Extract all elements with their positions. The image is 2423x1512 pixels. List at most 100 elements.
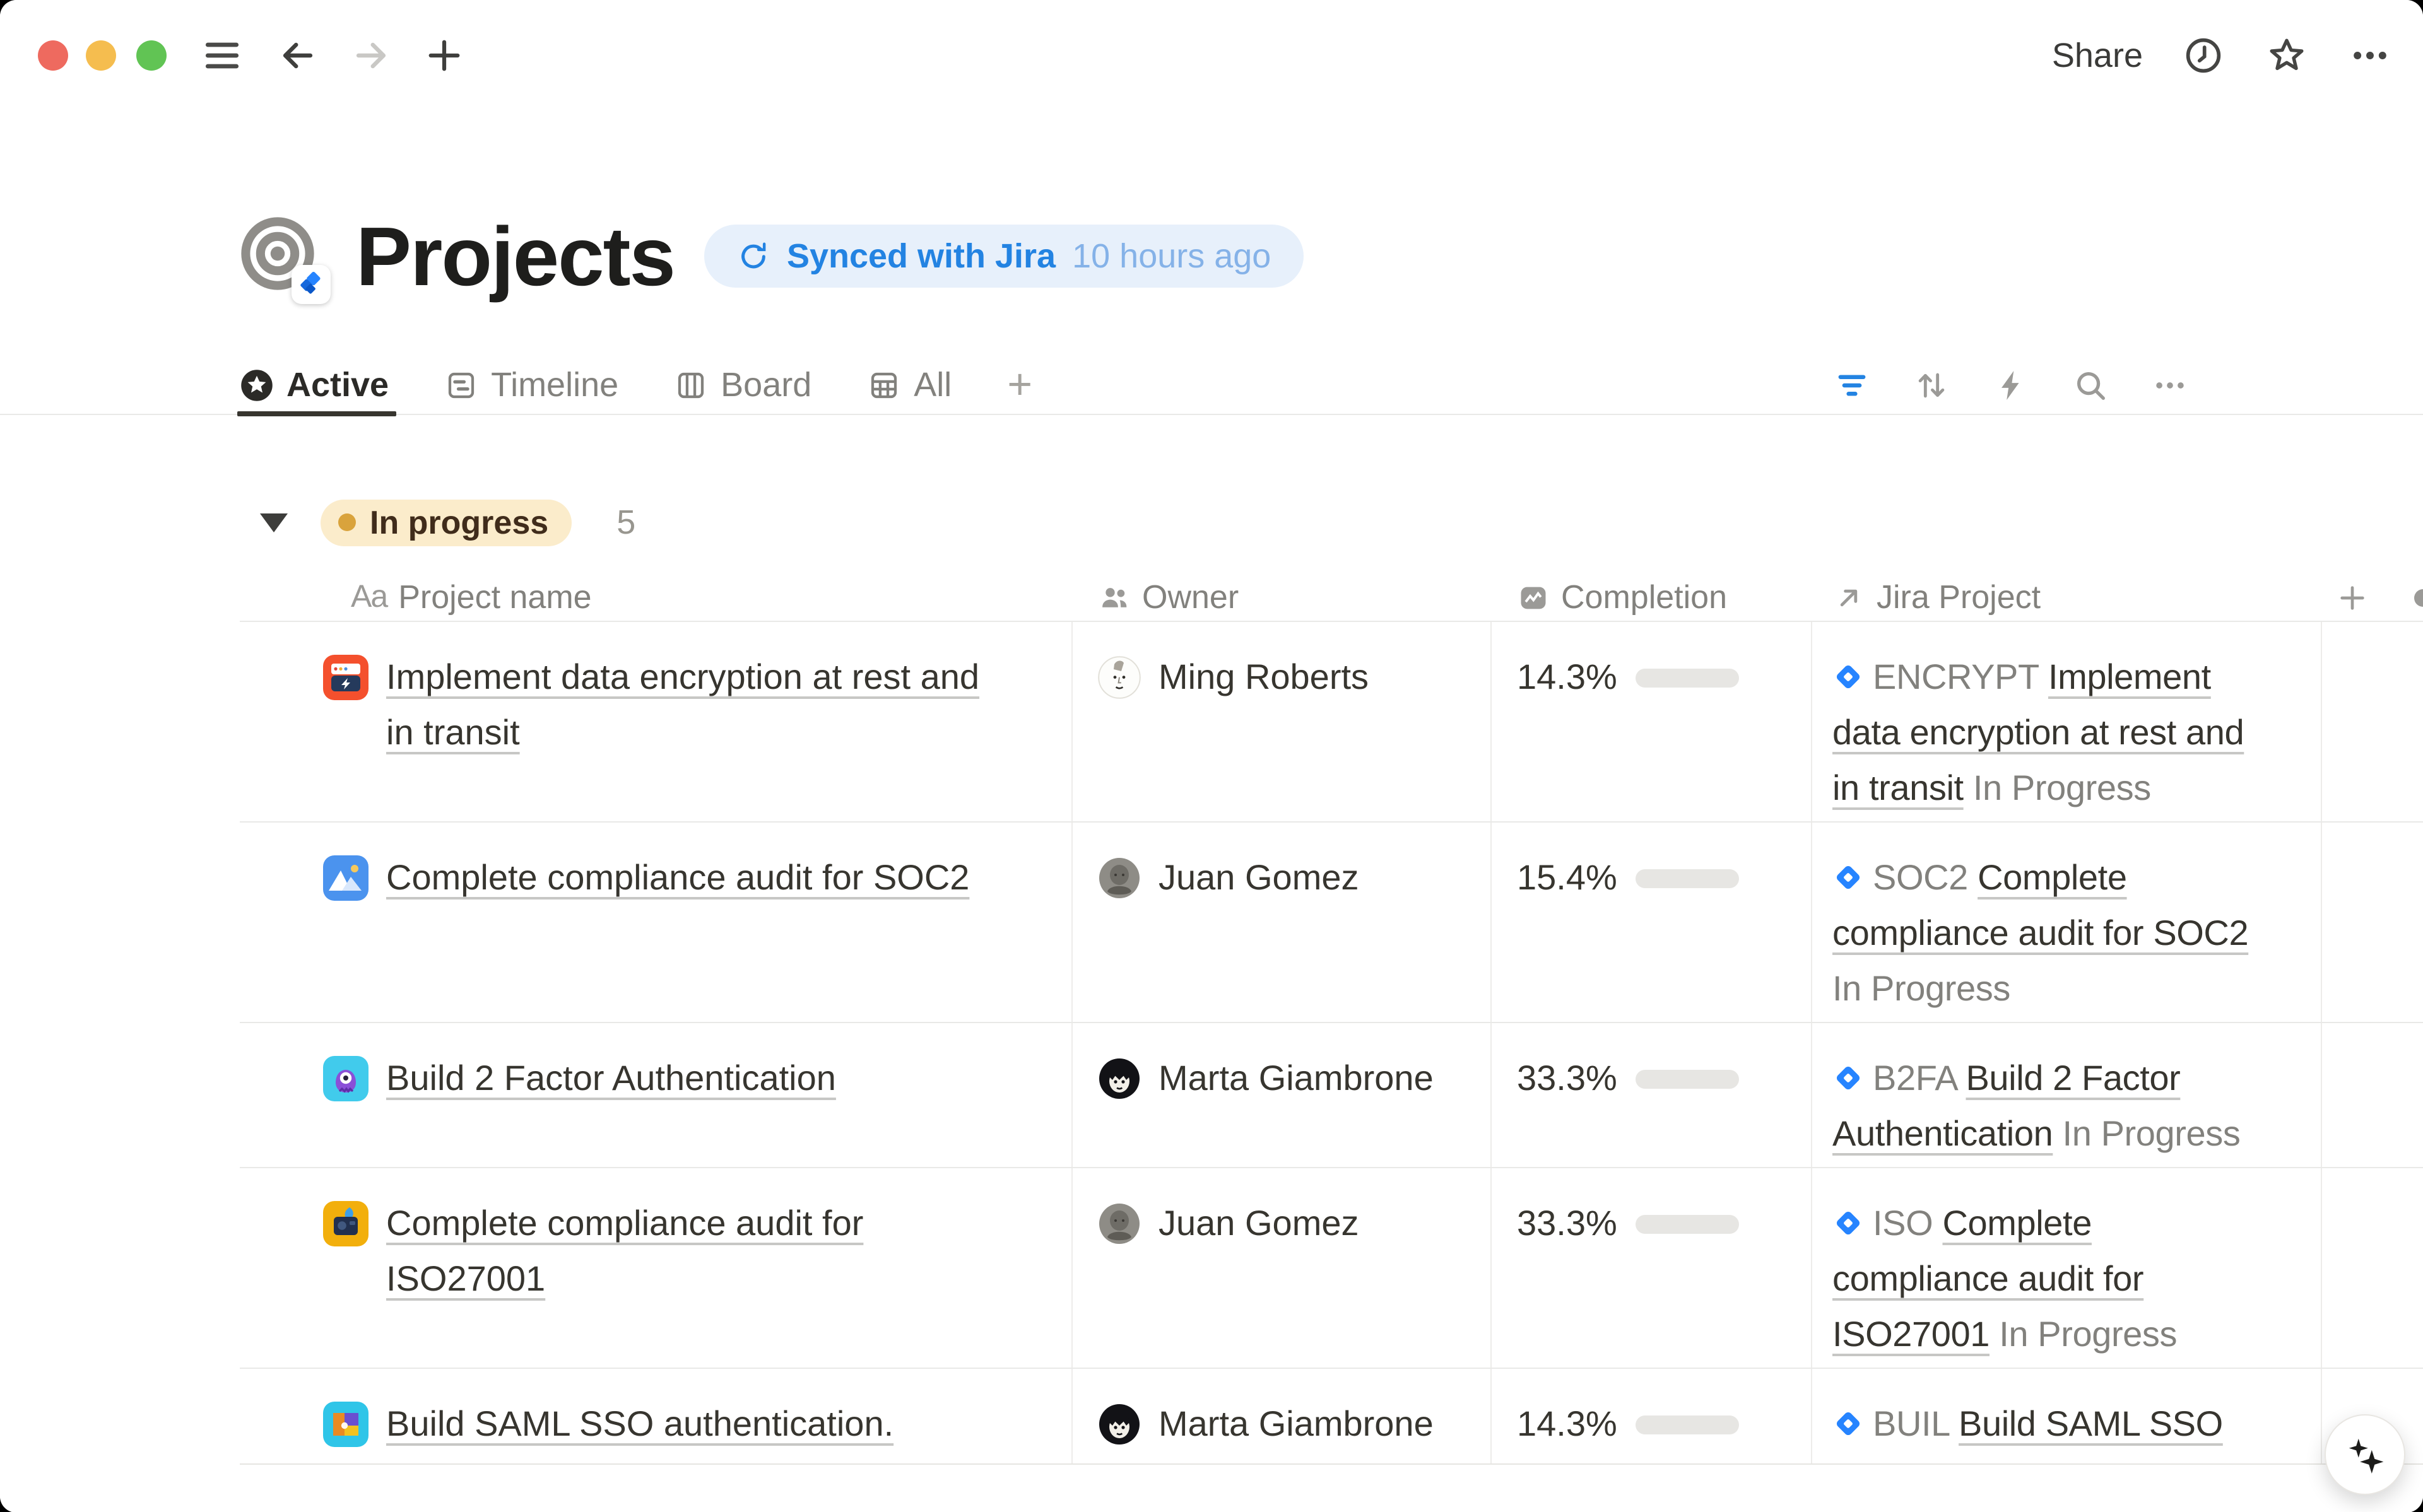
project-name-link[interactable]: Implement data encryption at rest and in… (386, 650, 1011, 816)
owner-cell[interactable]: Marta Giambrone (1073, 1023, 1492, 1167)
tab-board[interactable]: Board (674, 356, 811, 414)
avatar (1098, 857, 1141, 900)
owner-cell[interactable]: Juan Gomez (1073, 823, 1492, 1022)
project-name-cell[interactable]: Complete compliance audit for ISO27001 (240, 1168, 1073, 1368)
column-header-jira-project[interactable]: Jira Project (1812, 578, 2322, 617)
new-tab-icon[interactable] (422, 33, 467, 78)
completion-cell[interactable]: 33.3% (1492, 1168, 1812, 1368)
view-more-icon[interactable] (2152, 366, 2188, 403)
lightning-icon[interactable] (1993, 366, 2029, 403)
table-header-row: Aa Project name Owner Completion Jira Pr… (240, 574, 2423, 622)
status-pill-in-progress[interactable]: In progress (321, 499, 571, 546)
jira-sync-badge[interactable]: Synced with Jira 10 hours ago (705, 225, 1304, 288)
sort-icon[interactable] (1913, 366, 1950, 403)
project-name-cell[interactable]: Build SAML SSO authentication. (240, 1369, 1073, 1465)
owner-name: Juan Gomez (1158, 850, 1359, 1017)
chart-icon (1517, 581, 1550, 614)
row-spacer-cell (2322, 823, 2423, 1022)
clipped-more-icon (2414, 589, 2423, 606)
tab-all[interactable]: All (867, 356, 952, 414)
owner-cell[interactable]: Marta Giambrone (1073, 1369, 1492, 1465)
row-spacer-cell (2322, 622, 2423, 821)
table-row: Implement data encryption at rest and in… (240, 622, 2423, 823)
jira-project-cell[interactable]: ISO Complete compliance audit for ISO270… (1812, 1168, 2322, 1368)
page-icon-target[interactable] (240, 216, 321, 296)
column-header-completion[interactable]: Completion (1492, 578, 1812, 617)
jira-issue-icon (1832, 854, 1864, 886)
project-name-link[interactable]: Build 2 Factor Authentication (386, 1051, 836, 1162)
column-label: Jira Project (1877, 578, 2041, 617)
jira-key: BUIL (1873, 1404, 1949, 1443)
completion-cell[interactable]: 14.3% (1492, 1369, 1812, 1465)
completion-cell[interactable]: 14.3% (1492, 622, 1812, 821)
people-icon (1098, 581, 1131, 614)
project-name-link[interactable]: Complete compliance audit for ISO27001 (386, 1196, 1011, 1363)
project-name-cell[interactable]: Complete compliance audit for SOC2 (240, 823, 1073, 1022)
owner-name: Marta Giambrone (1158, 1397, 1434, 1465)
jira-project-cell[interactable]: B2FA Build 2 Factor Authentication In Pr… (1812, 1023, 2322, 1167)
jira-status: In Progress (2063, 1114, 2241, 1153)
more-options-icon[interactable] (2347, 33, 2393, 78)
project-name-link[interactable]: Complete compliance audit for SOC2 (386, 850, 969, 1017)
add-column-area (2322, 580, 2423, 615)
completion-cell[interactable]: 15.4% (1492, 823, 1812, 1022)
close-window-button[interactable] (38, 40, 68, 71)
tab-active[interactable]: Active (240, 356, 389, 414)
jira-project-cell[interactable]: BUIL Build SAML SSO authentication. In P… (1812, 1369, 2322, 1465)
owner-cell[interactable]: Juan Gomez (1073, 1168, 1492, 1368)
project-name-link[interactable]: Build SAML SSO authentication. (386, 1397, 893, 1465)
avatar (1098, 1057, 1141, 1100)
add-column-icon[interactable] (2322, 580, 2370, 615)
jira-issue-icon (1832, 1400, 1864, 1432)
table-body: Implement data encryption at rest and in… (240, 622, 2423, 1465)
sparkle-icon (2342, 1431, 2388, 1477)
search-icon[interactable] (2072, 366, 2109, 403)
view-toolbar (1834, 356, 2188, 414)
jira-key: B2FA (1873, 1058, 1956, 1098)
column-label: Completion (1561, 578, 1727, 617)
sidebar-menu-icon[interactable] (199, 33, 245, 78)
ai-sparkle-button[interactable] (2325, 1414, 2405, 1494)
jira-issue-icon (1832, 1055, 1864, 1086)
project-name-cell[interactable]: Build 2 Factor Authentication (240, 1023, 1073, 1167)
minimize-window-button[interactable] (86, 40, 116, 71)
back-icon[interactable] (275, 33, 321, 78)
jira-status: In Progress (2068, 1460, 2246, 1465)
saml-app-icon (323, 1402, 368, 1447)
avatar (1098, 1403, 1141, 1446)
group-count: 5 (616, 503, 635, 542)
zoom-window-button[interactable] (136, 40, 167, 71)
text-property-icon: Aa (351, 579, 387, 616)
favorite-star-icon[interactable] (2264, 33, 2309, 78)
jira-project-cell[interactable]: ENCRYPT Implement data encryption at res… (1812, 622, 2322, 821)
tab-label: Board (721, 365, 811, 404)
progress-bar (1636, 669, 1740, 688)
tab-label: Active (286, 365, 389, 404)
jira-key: SOC2 (1873, 858, 1968, 897)
avatar (1098, 1202, 1141, 1245)
add-view-icon[interactable]: + (1007, 356, 1032, 414)
titlebar-actions: Share (2052, 0, 2393, 111)
collapse-triangle-icon[interactable] (260, 513, 288, 532)
jira-project-cell[interactable]: SOC2 Complete compliance audit for SOC2 … (1812, 823, 2322, 1022)
forward-icon[interactable] (348, 33, 394, 78)
filter-icon[interactable] (1834, 366, 1870, 403)
tab-timeline[interactable]: Timeline (444, 356, 618, 414)
column-header-project-name[interactable]: Aa Project name (240, 578, 1073, 617)
table-row: Complete compliance audit for SOC2 Juan … (240, 823, 2423, 1023)
page-title: Projects (356, 212, 675, 300)
jira-key: ENCRYPT (1873, 657, 2039, 696)
progress-bar (1636, 1415, 1740, 1434)
history-clock-icon[interactable] (2181, 33, 2226, 78)
soc2-app-icon (323, 855, 368, 901)
app-window: Share Projects Synced with J (0, 0, 2423, 1512)
owner-name: Juan Gomez (1158, 1196, 1359, 1363)
completion-cell[interactable]: 33.3% (1492, 1023, 1812, 1167)
row-spacer-cell (2322, 1023, 2423, 1167)
column-header-owner[interactable]: Owner (1073, 578, 1492, 617)
share-button[interactable]: Share (2052, 36, 2143, 75)
b2fa-app-icon (323, 1056, 368, 1101)
owner-cell[interactable]: Ming Roberts (1073, 622, 1492, 821)
completion-value: 14.3% (1517, 1397, 1617, 1465)
project-name-cell[interactable]: Implement data encryption at rest and in… (240, 622, 1073, 821)
